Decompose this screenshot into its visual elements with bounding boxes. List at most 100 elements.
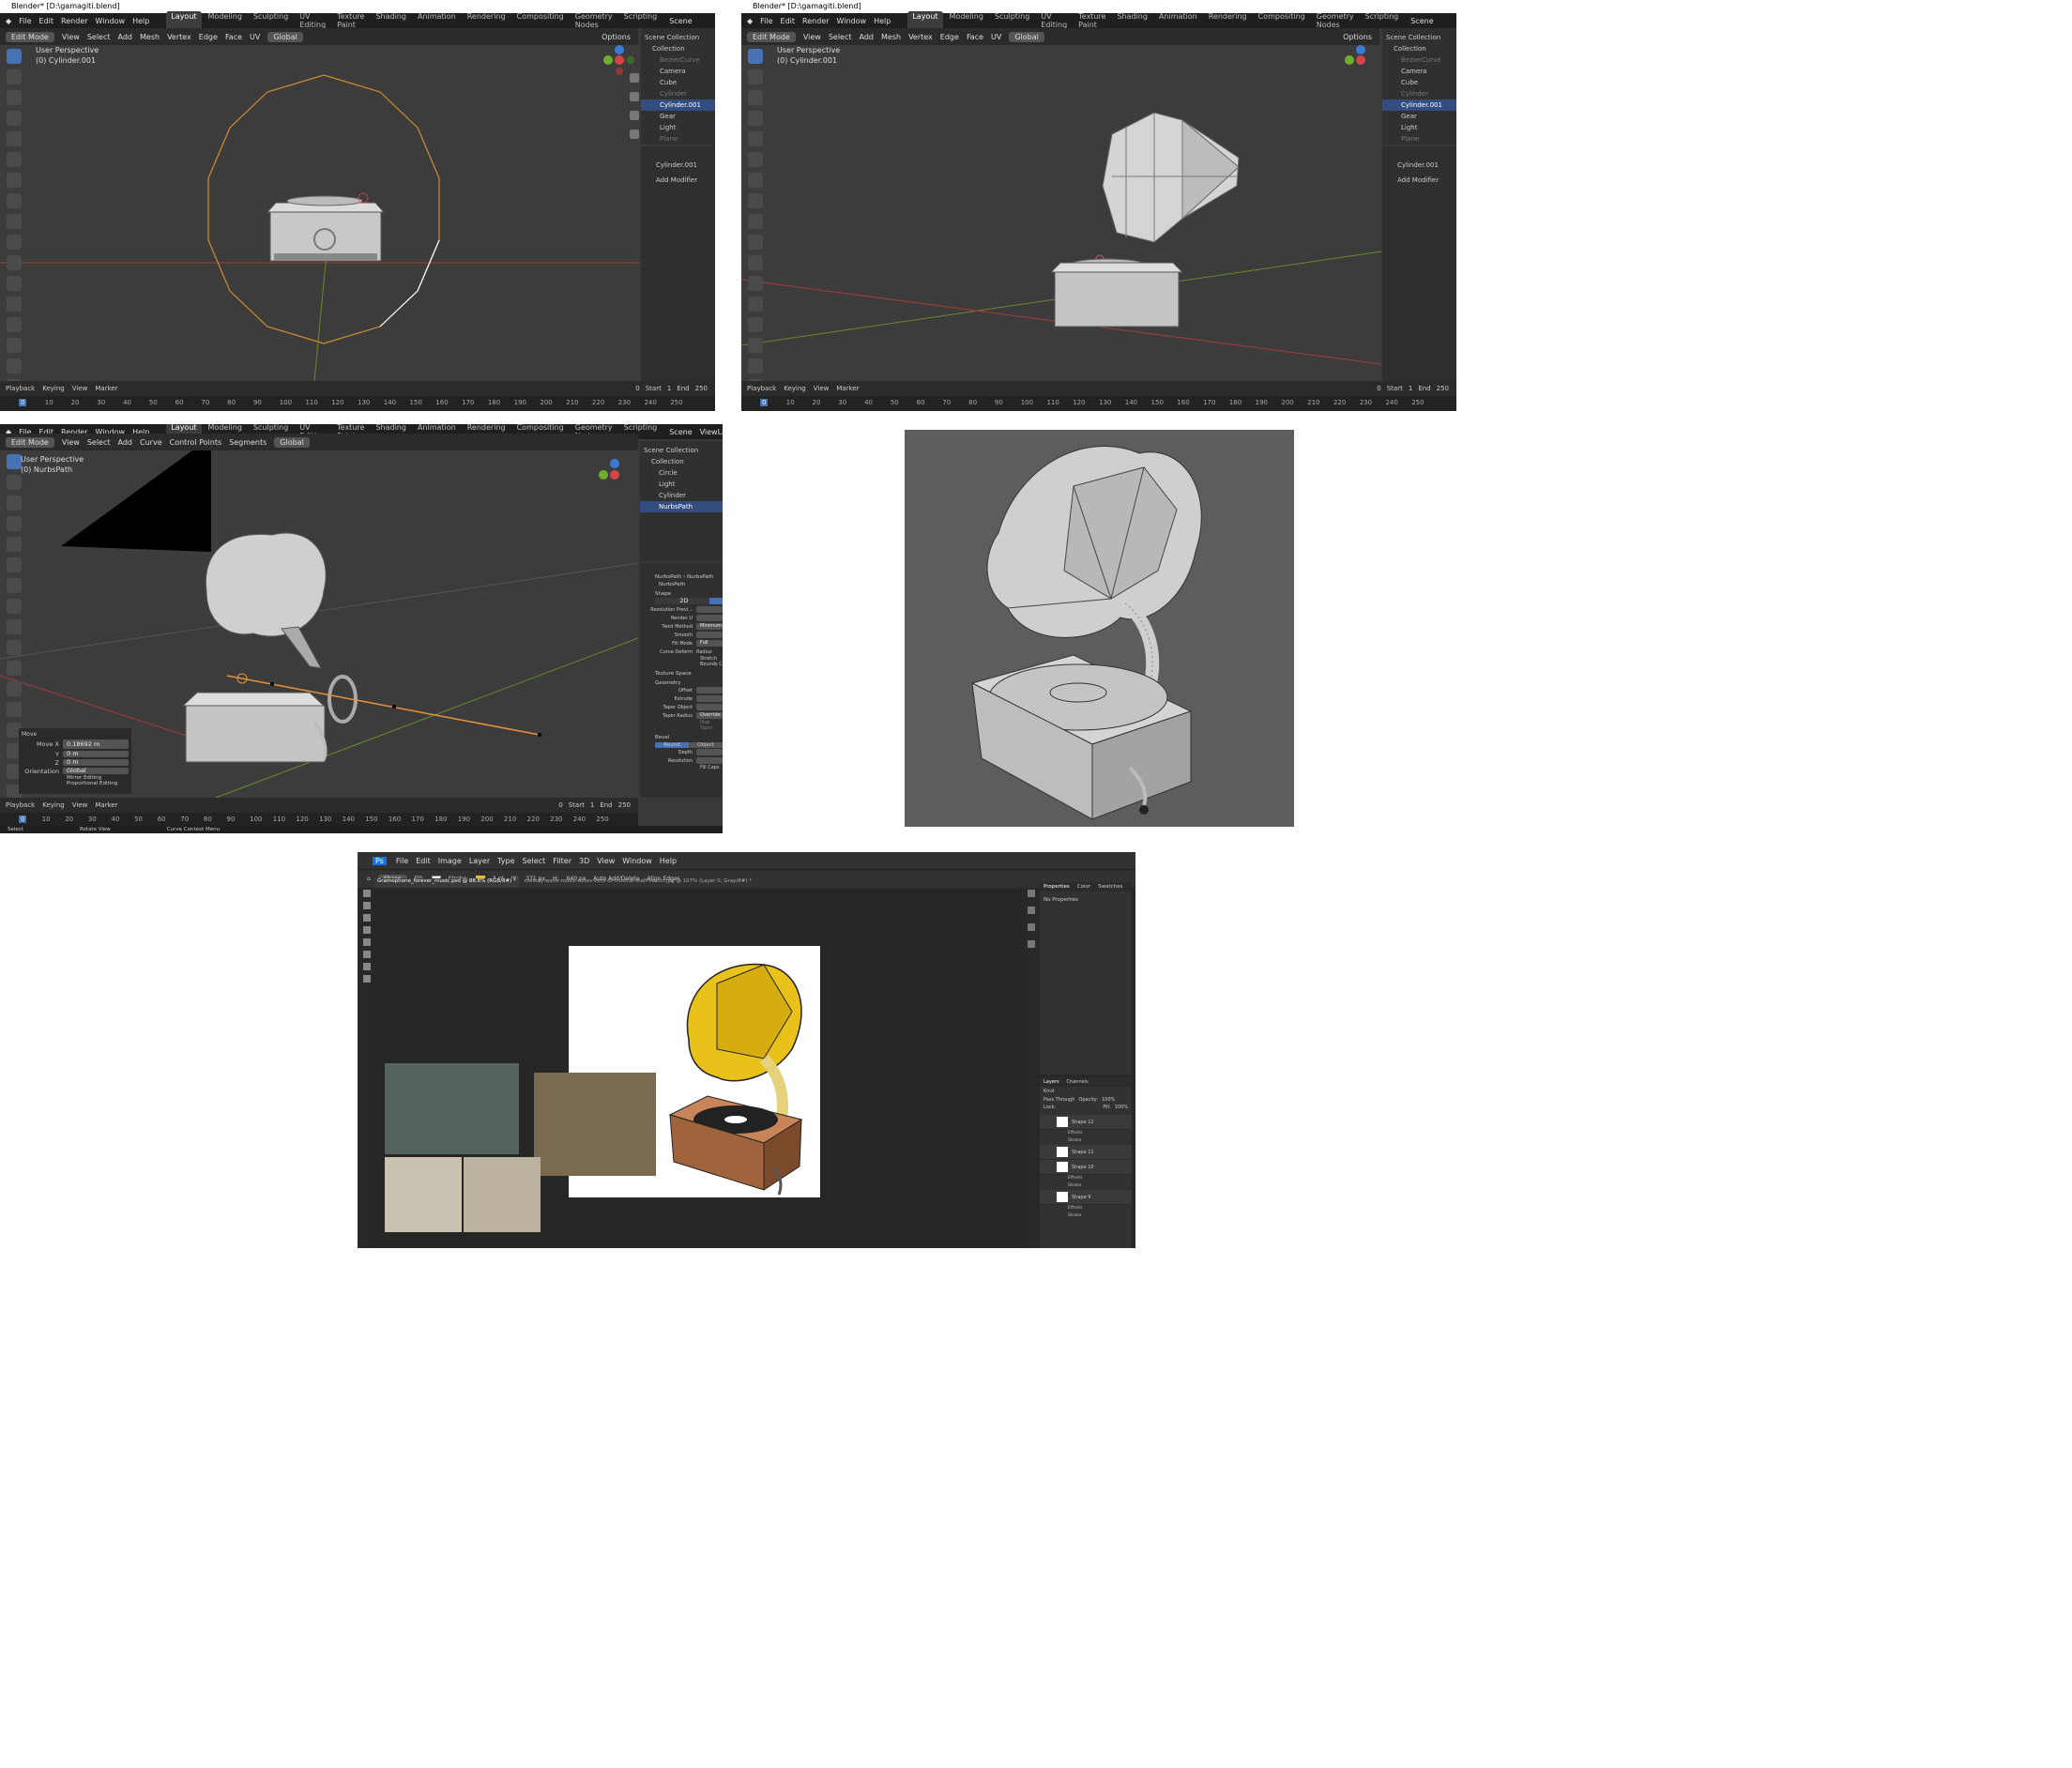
3d-viewport[interactable]: User Perspective (0) NurbsPath Move Move… xyxy=(0,450,638,820)
tool-button[interactable] xyxy=(7,276,22,291)
tool-button[interactable] xyxy=(748,49,763,64)
bevel-round-button[interactable]: Round xyxy=(655,742,689,748)
workspace-tab[interactable]: Sculpting xyxy=(990,11,1034,30)
orientation-field[interactable]: Global xyxy=(63,768,129,774)
end-field[interactable]: 250 xyxy=(1437,385,1449,392)
doc-tab-active[interactable]: Gramophone_forever_music.psd @ 88.8% (RG… xyxy=(374,878,519,888)
reference-photo-1[interactable] xyxy=(385,1063,519,1154)
viewport-menu-item[interactable]: View xyxy=(803,33,821,41)
tool-button[interactable] xyxy=(748,152,763,167)
viewport-menu-item[interactable]: Type xyxy=(497,857,514,865)
viewport-menu-item[interactable]: Layer xyxy=(469,857,490,865)
orientation-dropdown[interactable]: Global xyxy=(267,31,303,42)
shape-tool-icon[interactable] xyxy=(363,975,371,983)
viewport-menu-item[interactable]: Face xyxy=(225,33,242,41)
layer-effect-item[interactable]: Effects xyxy=(1040,1175,1132,1182)
workspace-tab[interactable]: Modeling xyxy=(204,11,247,30)
shape-section[interactable]: Shape xyxy=(640,587,723,597)
menu-item[interactable]: Edit xyxy=(781,17,796,25)
workspace-tab[interactable]: Texture Paint xyxy=(1074,11,1110,30)
tool-button[interactable] xyxy=(7,537,22,552)
fill-opacity-field[interactable]: 100% xyxy=(1115,1105,1128,1110)
viewport-menu-item[interactable]: Select xyxy=(87,438,111,447)
outliner-item[interactable]: NurbsPath xyxy=(640,501,723,512)
viewport-menu-item[interactable]: Image xyxy=(438,857,462,865)
type-tool-icon[interactable] xyxy=(363,963,371,970)
tool-button[interactable] xyxy=(748,317,763,332)
tool-button[interactable] xyxy=(748,276,763,291)
outliner-item[interactable]: Scene Collection xyxy=(1382,32,1456,43)
bevel-object-button[interactable]: Object xyxy=(689,742,723,748)
camera-icon[interactable] xyxy=(630,111,639,120)
timeline-keying-menu[interactable]: Keying xyxy=(784,385,806,392)
timeline-playback-menu[interactable]: Playback xyxy=(6,801,35,809)
history-icon[interactable] xyxy=(1028,890,1035,897)
outliner-item[interactable]: Collection xyxy=(641,43,715,54)
home-icon[interactable]: ⌂ xyxy=(367,876,371,882)
workspace-tab[interactable]: Layout xyxy=(166,11,202,30)
curve-data-name[interactable]: NurbsPath xyxy=(640,580,723,587)
2d-toggle[interactable]: 2D xyxy=(655,598,709,604)
orientation-dropdown[interactable]: Global xyxy=(1009,31,1044,42)
outliner-item[interactable]: Light xyxy=(640,479,723,490)
start-field[interactable]: 1 xyxy=(590,801,594,809)
outliner-item[interactable]: Light xyxy=(1382,122,1456,133)
viewport-menu-item[interactable]: Filter xyxy=(553,857,571,865)
viewport-menu-item[interactable]: 3D xyxy=(579,857,589,865)
pen-tool-icon[interactable] xyxy=(363,951,371,958)
timeline-keying-menu[interactable]: Keying xyxy=(42,385,65,392)
smooth-field[interactable] xyxy=(696,632,723,638)
tool-button[interactable] xyxy=(7,131,22,146)
layer-row[interactable]: Shape 10 xyxy=(1040,1160,1132,1175)
doc-tab[interactable]: melody-wave-music-notes-vent-of-musical-… xyxy=(525,878,752,888)
tool-button[interactable] xyxy=(7,214,22,229)
tool-button[interactable] xyxy=(7,235,22,250)
outliner-item[interactable]: Collection xyxy=(1382,43,1456,54)
render-u-field[interactable] xyxy=(696,615,723,621)
menu-item[interactable]: Help xyxy=(874,17,891,25)
viewport-menu-item[interactable]: View xyxy=(597,857,615,865)
workspace-tab[interactable]: Shading xyxy=(1112,11,1152,30)
3d-viewport[interactable]: User Perspective (0) Cylinder.001 xyxy=(0,45,640,411)
timeline-keying-menu[interactable]: Keying xyxy=(42,801,65,809)
movex-field[interactable]: 0.18692 m xyxy=(63,739,129,749)
viewport-menu-item[interactable]: Window xyxy=(622,857,652,865)
paragraph-icon[interactable] xyxy=(1028,940,1035,948)
tool-button[interactable] xyxy=(7,557,22,572)
outliner-item[interactable]: Gear xyxy=(641,111,715,122)
z-field[interactable]: 0 m xyxy=(63,759,129,766)
viewport-menu-item[interactable]: Vertex xyxy=(908,33,933,41)
outliner-item[interactable]: Scene Collection xyxy=(640,445,723,456)
workspace-tab[interactable]: Scripting xyxy=(1361,11,1404,30)
layer-effect-item[interactable]: Stroke xyxy=(1040,1182,1132,1190)
bevel-section[interactable]: Bevel xyxy=(640,731,723,740)
tool-button[interactable] xyxy=(7,255,22,270)
menu-item[interactable]: Window xyxy=(96,17,126,25)
menu-item[interactable]: Window xyxy=(837,17,867,25)
adjustments-icon[interactable] xyxy=(1028,907,1035,914)
geometry-section[interactable]: Geometry xyxy=(640,677,723,686)
zoom-icon[interactable] xyxy=(630,73,639,83)
blender-logo-icon[interactable]: ◆ xyxy=(6,17,11,25)
tool-button[interactable] xyxy=(7,111,22,126)
layer-effect-item[interactable]: Effects xyxy=(1040,1130,1132,1137)
workspace-tab[interactable]: Geometry Nodes xyxy=(1312,11,1359,30)
start-field[interactable]: 1 xyxy=(1409,385,1412,392)
character-icon[interactable] xyxy=(1028,923,1035,931)
menu-item[interactable]: File xyxy=(760,17,772,25)
viewport-menu-item[interactable]: Edit xyxy=(416,857,431,865)
layer-row[interactable]: Shape 11 xyxy=(1040,1145,1132,1160)
lasso-tool-icon[interactable] xyxy=(363,914,371,922)
marquee-tool-icon[interactable] xyxy=(363,902,371,909)
tool-button[interactable] xyxy=(7,173,22,188)
outliner-item[interactable]: Camera xyxy=(641,66,715,77)
viewport-menu-item[interactable]: Select xyxy=(523,857,546,865)
tool-button[interactable] xyxy=(7,640,22,655)
outliner-item[interactable]: BezierCurve xyxy=(641,54,715,66)
mode-dropdown[interactable]: Edit Mode xyxy=(6,31,54,42)
outliner-item[interactable]: Cube xyxy=(1382,77,1456,88)
workspace-tab[interactable]: Sculpting xyxy=(249,11,293,30)
tool-button[interactable] xyxy=(7,681,22,696)
workspace-tab[interactable]: Rendering xyxy=(463,11,510,30)
tool-button[interactable] xyxy=(7,661,22,676)
